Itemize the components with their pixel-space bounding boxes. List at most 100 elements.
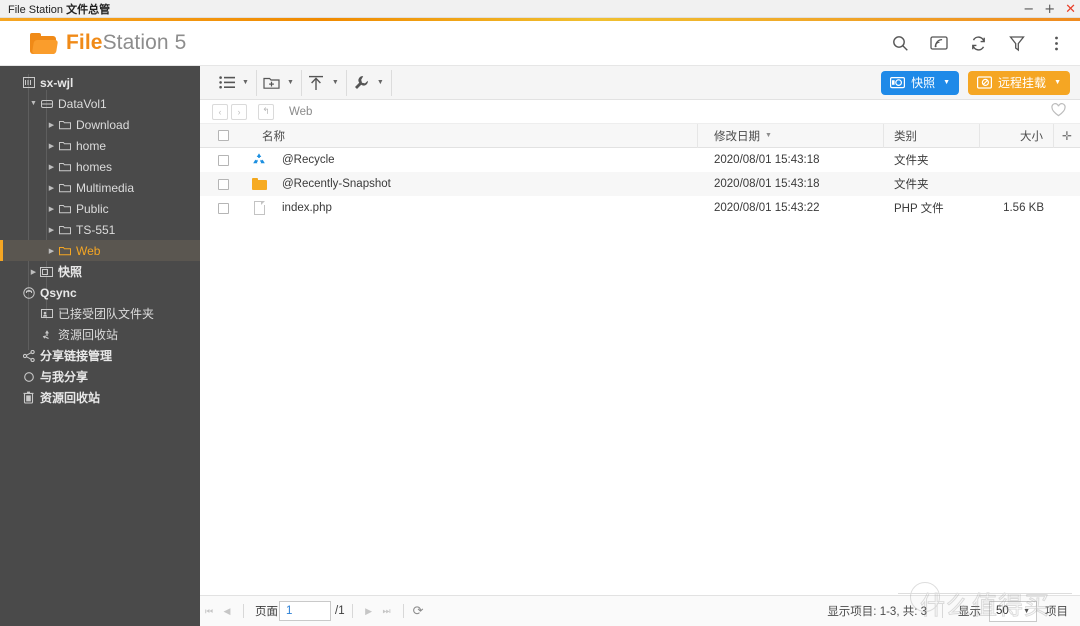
tools-button[interactable]: ▼ (347, 69, 392, 96)
remote-mount-button[interactable]: 远程挂载 ▼ (968, 70, 1070, 95)
tree-toggle-icon[interactable]: ▶ (46, 121, 57, 129)
window-titlebar: File Station 文件总管 − + ✕ (0, 0, 1080, 18)
back-button[interactable]: ‹ (212, 103, 228, 120)
folder-icon (57, 141, 72, 151)
row-checkbox[interactable] (217, 178, 229, 190)
tree-toggle-icon[interactable]: ▶ (46, 226, 57, 234)
column-header-type[interactable]: 类别 (884, 123, 980, 148)
logo-station: Station 5 (102, 31, 187, 54)
page-label: 页面 (255, 606, 278, 618)
table-row[interactable]: index.php 2020/08/01 15:43:22 PHP 文件 1.56 K… (200, 196, 1080, 220)
content-pane: ▼ ▼ ▼ ▼ 快照 ▼ 远程挂载 ▼ ‹ › ↰ Web 名称 修改日期 ▼ … (200, 66, 1080, 626)
upload-button[interactable]: ▼ (302, 69, 347, 96)
first-page-button[interactable]: ⏮ (200, 601, 218, 621)
more-options-icon[interactable] (1046, 34, 1066, 54)
folder-plus-icon (262, 73, 281, 92)
last-page-button[interactable]: ⏭ (378, 601, 396, 621)
forward-button[interactable]: › (231, 103, 247, 120)
column-header-date[interactable]: 修改日期 ▼ (698, 123, 884, 148)
table-row[interactable]: @Recycle 2020/08/01 15:43:18 文件夹 (200, 148, 1080, 172)
row-spacer (1054, 148, 1080, 172)
close-button[interactable]: ✕ (1065, 3, 1076, 16)
tree-toggle-icon[interactable]: ▶ (46, 163, 57, 171)
sidebar-item-资源回收站[interactable]: 资源回收站 (0, 387, 200, 408)
window-title: File Station 文件总管 (8, 1, 110, 17)
sidebar-item-label: home (76, 138, 107, 153)
row-name[interactable]: @Recycle (272, 148, 698, 172)
maximize-button[interactable]: + (1044, 3, 1055, 16)
snapshot-button[interactable]: 快照 ▼ (881, 70, 960, 95)
row-date: 2020/08/01 15:43:18 (714, 154, 820, 166)
sidebar-item-label: DataVol1 (58, 96, 107, 111)
tree-toggle-icon[interactable]: ▼ (28, 100, 39, 107)
footer-status-group: 显示项目: 1-3, 共: 3 显示 50 ▼ 项目 (827, 600, 1068, 622)
volume-icon (39, 99, 54, 109)
team-folder-icon (39, 308, 54, 319)
column-header-name[interactable]: 名称 (246, 123, 698, 148)
row-checkbox[interactable] (217, 202, 229, 214)
next-page-button[interactable]: ▶ (360, 601, 378, 621)
add-column-button[interactable]: ✛ (1054, 124, 1080, 148)
up-directory-button[interactable]: ↰ (258, 103, 274, 120)
sidebar-item-homes[interactable]: ▶ homes (0, 156, 200, 177)
chevron-down-icon: ▼ (1054, 79, 1061, 86)
sidebar-item-label: Web (76, 243, 101, 258)
view-mode-button[interactable]: ▼ (212, 69, 257, 96)
tree-toggle-icon[interactable]: ▶ (28, 268, 39, 276)
sidebar-item-资源回收站[interactable]: 资源回收站 (0, 324, 200, 345)
sidebar-item-label: Qsync (40, 285, 77, 300)
sidebar-item-label: 资源回收站 (40, 391, 101, 405)
logo-file: File (66, 31, 103, 54)
sidebar-item-sx-wjl[interactable]: sx-wjl (0, 72, 200, 93)
select-all-checkbox[interactable] (217, 130, 229, 141)
sidebar-item-datavol1[interactable]: ▼ DataVol1 (0, 93, 200, 114)
search-icon[interactable] (890, 34, 910, 54)
column-label-type: 类别 (894, 130, 917, 143)
row-name[interactable]: index.php (272, 196, 698, 220)
tree-toggle-icon[interactable]: ▶ (46, 247, 57, 255)
cast-icon[interactable] (929, 34, 949, 54)
table-row[interactable]: @Recently-Snapshot 2020/08/01 15:43:18 文件夹 (200, 172, 1080, 196)
filter-icon[interactable] (1007, 34, 1027, 54)
sidebar-item-home[interactable]: ▶ home (0, 135, 200, 156)
favorite-heart-icon[interactable] (1051, 103, 1066, 120)
sidebar-item-与我分享[interactable]: 与我分享 (0, 366, 200, 387)
divider (351, 604, 353, 618)
tree-toggle-icon[interactable]: ▶ (46, 205, 57, 213)
row-checkbox[interactable] (217, 154, 229, 166)
tree-toggle-icon[interactable]: ▶ (46, 142, 57, 150)
refresh-list-icon[interactable]: ⟳ (413, 603, 424, 619)
sidebar-item-download[interactable]: ▶ Download (0, 114, 200, 135)
sidebar-item-label: 已接受团队文件夹 (58, 307, 155, 321)
sidebar-item-public[interactable]: ▶ Public (0, 198, 200, 219)
new-folder-button[interactable]: ▼ (257, 69, 302, 96)
row-date: 2020/08/01 15:43:22 (714, 202, 820, 214)
recycle-icon (252, 152, 266, 169)
minimize-button[interactable]: − (1023, 3, 1034, 16)
sidebar-item-已接受团队文件夹[interactable]: 已接受团队文件夹 (0, 303, 200, 324)
row-name[interactable]: @Recently-Snapshot (272, 172, 698, 196)
breadcrumb: ‹ › ↰ Web (200, 100, 1080, 124)
divider (402, 604, 404, 618)
upload-arrow-icon (307, 73, 326, 92)
tree-toggle-icon[interactable]: ▶ (46, 184, 57, 192)
column-header-size[interactable]: 大小 (980, 123, 1054, 148)
sidebar-item-分享链接管理[interactable]: 分享链接管理 (0, 345, 200, 366)
row-size (980, 148, 1054, 172)
refresh-icon[interactable] (968, 34, 988, 54)
app-logo: FileStation 5 (30, 31, 186, 55)
sidebar-item-multimedia[interactable]: ▶ Multimedia (0, 177, 200, 198)
page-number-input[interactable] (279, 601, 331, 621)
sidebar-item-ts-551[interactable]: ▶ TS-551 (0, 219, 200, 240)
row-spacer (1054, 196, 1080, 220)
row-checkbox-cell (200, 172, 246, 196)
prev-page-button[interactable]: ◀ (218, 601, 236, 621)
sidebar-item-label: 与我分享 (40, 370, 89, 384)
breadcrumb-path[interactable]: Web (289, 106, 312, 118)
sidebar-item-qsync[interactable]: Qsync (0, 282, 200, 303)
chevron-down-icon: ▼ (376, 79, 384, 86)
chevron-down-icon: ▼ (331, 79, 339, 86)
sidebar-item-web[interactable]: ▶ Web (0, 240, 200, 261)
page-size-select[interactable]: 50 ▼ (989, 600, 1037, 622)
sidebar-item-快照[interactable]: ▶ 快照 (0, 261, 200, 282)
